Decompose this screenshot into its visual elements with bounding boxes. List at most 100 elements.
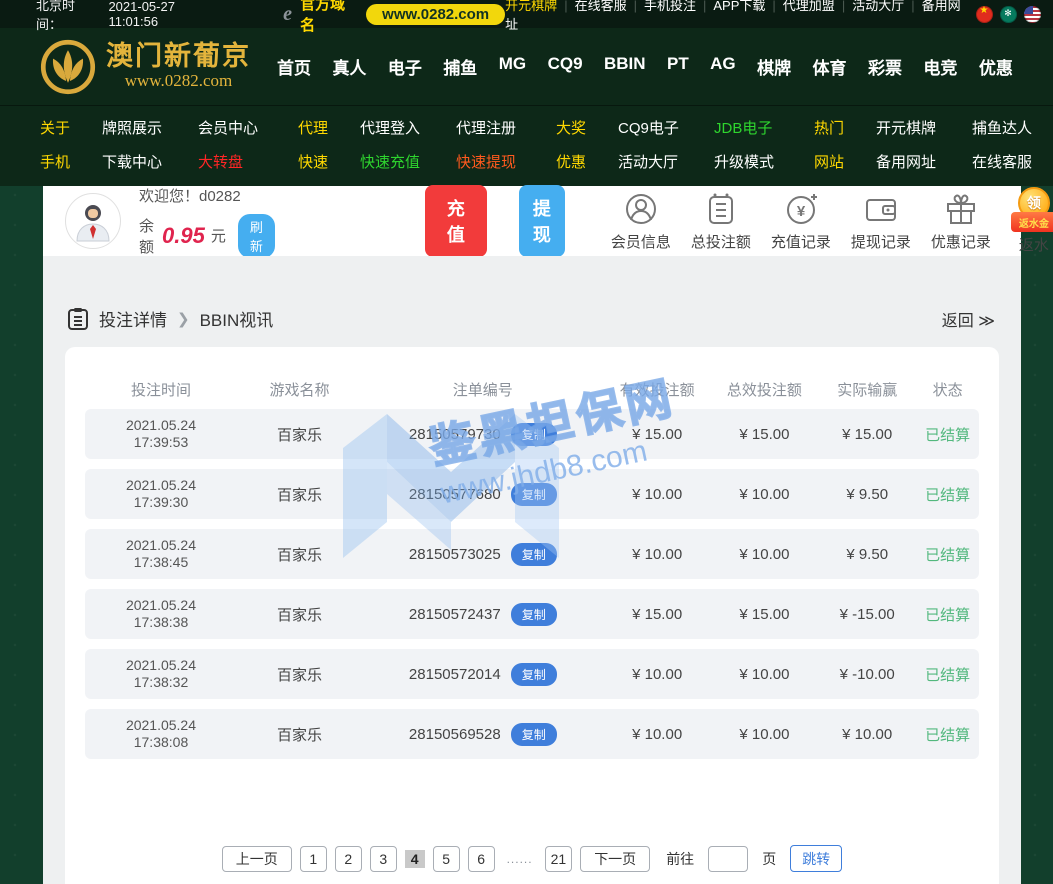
quick-nav-link[interactable]: 下载中心: [102, 151, 198, 172]
quick-nav-link[interactable]: 在线客服: [972, 151, 1053, 172]
order-cell: 28150572014复制: [362, 663, 603, 686]
nav-item[interactable]: PT: [667, 54, 689, 79]
macau-flag-icon[interactable]: [1000, 6, 1017, 23]
order-number: 28150579730: [409, 426, 501, 443]
nav-item[interactable]: 首页: [277, 54, 311, 79]
game-name-cell: 百家乐: [237, 604, 362, 625]
quick-nav-label[interactable]: 优惠: [556, 151, 618, 172]
quick-nav-link[interactable]: 活动大厅: [618, 151, 714, 172]
copy-button[interactable]: 复制: [511, 423, 557, 446]
quick-nav-link[interactable]: CQ9电子: [618, 117, 714, 138]
quick-nav-link[interactable]: 快速充值: [360, 151, 456, 172]
quick-nav-link[interactable]: 大转盘: [198, 151, 294, 172]
nav-item[interactable]: CQ9: [548, 54, 583, 79]
balance-label: 余额: [139, 215, 154, 257]
quick-nav-label[interactable]: 快速: [298, 151, 360, 172]
nav-item[interactable]: 真人: [332, 54, 366, 79]
back-link[interactable]: 返回 ≫: [942, 307, 995, 331]
china-flag-icon[interactable]: [976, 6, 993, 23]
topbar-link[interactable]: 活动大厅: [852, 0, 904, 13]
shortcut-deposit-record[interactable]: ¥充值记录: [761, 191, 841, 252]
brand-logo[interactable]: 澳门新葡京 www.0282.com: [40, 39, 251, 95]
nav-item[interactable]: AG: [710, 54, 736, 79]
page-button[interactable]: 6: [468, 846, 495, 872]
bet-table-panel: 投注时间游戏名称注单编号有效投注额总效投注额实际输赢状态 2021.05.241…: [65, 347, 999, 884]
quick-nav-link[interactable]: JDB电子: [714, 117, 810, 138]
withdraw-button[interactable]: 提现: [519, 185, 565, 257]
topbar-link[interactable]: 代理加盟: [783, 0, 835, 13]
refresh-button[interactable]: 刷新: [238, 214, 275, 258]
rebate-widget[interactable]: 领 返水金 返水: [1011, 187, 1053, 255]
shortcut-member[interactable]: 会员信息: [601, 191, 681, 252]
page-button[interactable]: 5: [433, 846, 460, 872]
quick-nav-link[interactable]: 捕鱼达人: [972, 117, 1053, 138]
column-header: 状态: [916, 379, 979, 400]
page-button[interactable]: 1: [300, 846, 327, 872]
quick-nav-link[interactable]: 快速提现: [456, 151, 552, 172]
deposit-button[interactable]: 充值: [425, 185, 487, 257]
bet-clock: 17:38:08: [85, 734, 237, 752]
quick-nav-link[interactable]: 备用网址: [876, 151, 972, 172]
quick-nav-link[interactable]: 升级模式: [714, 151, 810, 172]
copy-button[interactable]: 复制: [511, 723, 557, 746]
table-body: 2021.05.2417:39:53百家乐28150579730复制¥ 15.0…: [85, 409, 979, 759]
quick-nav-link[interactable]: 代理登入: [360, 117, 456, 138]
quick-nav-label[interactable]: 网站: [814, 151, 876, 172]
page-button[interactable]: 2: [335, 846, 362, 872]
promo-record-icon: [921, 191, 1001, 227]
game-name-cell: 百家乐: [237, 424, 362, 445]
page-button[interactable]: 21: [545, 846, 573, 872]
separator: |: [842, 0, 845, 13]
page-button[interactable]: 3: [370, 846, 397, 872]
shortcut-bets[interactable]: 总投注额: [681, 191, 761, 252]
quick-nav-link[interactable]: 开元棋牌: [876, 117, 972, 138]
browser-e-icon: e: [283, 3, 292, 26]
quick-nav-group: 手机下载中心大转盘: [40, 151, 298, 172]
topbar-link[interactable]: APP下载: [713, 0, 765, 13]
nav-item[interactable]: 优惠: [979, 54, 1013, 79]
quick-nav-group: 代理代理登入代理注册: [298, 117, 556, 138]
shortcut-promo-record[interactable]: 优惠记录: [921, 191, 1001, 252]
order-cell: 28150577680复制: [362, 483, 603, 506]
quick-nav-group: 网站备用网址在线客服: [814, 151, 1053, 172]
column-header: 实际输赢: [818, 379, 916, 400]
copy-button[interactable]: 复制: [511, 483, 557, 506]
bet-date: 2021.05.24: [85, 657, 237, 675]
game-name-cell: 百家乐: [237, 544, 362, 565]
nav-item[interactable]: BBIN: [604, 54, 646, 79]
jump-button[interactable]: 跳转: [790, 845, 842, 872]
quick-nav-link[interactable]: 代理注册: [456, 117, 552, 138]
shortcut-withdraw-record[interactable]: 提现记录: [841, 191, 921, 252]
prev-page-button[interactable]: 上一页: [222, 846, 292, 872]
nav-item[interactable]: 电子: [388, 54, 422, 79]
quick-nav-label[interactable]: 关于: [40, 117, 102, 138]
quick-nav-label[interactable]: 热门: [814, 117, 876, 138]
quick-nav-link[interactable]: 牌照展示: [102, 117, 198, 138]
status-badge: 已结算: [916, 664, 979, 685]
table-row: 2021.05.2417:38:45百家乐28150573025复制¥ 10.0…: [85, 529, 979, 579]
bet-detail-clipboard-icon: [67, 307, 89, 331]
avatar[interactable]: [65, 193, 121, 249]
top-bar: 北京时间： 2021-05-27 11:01:56 e 官方域名 www.028…: [0, 0, 1053, 28]
topbar-link[interactable]: 手机投注: [644, 0, 696, 13]
quick-nav-label[interactable]: 大奖: [556, 117, 618, 138]
copy-button[interactable]: 复制: [511, 543, 557, 566]
topbar-link[interactable]: 在线客服: [575, 0, 627, 13]
copy-button[interactable]: 复制: [511, 663, 557, 686]
quick-nav-link[interactable]: 会员中心: [198, 117, 294, 138]
usa-flag-icon[interactable]: [1024, 6, 1041, 23]
quick-nav-label[interactable]: 代理: [298, 117, 360, 138]
official-domain-pill[interactable]: www.0282.com: [366, 4, 505, 25]
nav-item[interactable]: 彩票: [868, 54, 902, 79]
next-page-button[interactable]: 下一页: [580, 846, 650, 872]
nav-item[interactable]: 体育: [813, 54, 847, 79]
order-cell: 28150569528复制: [362, 723, 603, 746]
nav-item[interactable]: 捕鱼: [443, 54, 477, 79]
nav-item[interactable]: MG: [499, 54, 526, 79]
quick-nav-label[interactable]: 手机: [40, 151, 102, 172]
nav-item[interactable]: 电竞: [923, 54, 957, 79]
copy-button[interactable]: 复制: [511, 603, 557, 626]
nav-item[interactable]: 棋牌: [757, 54, 791, 79]
topbar-link[interactable]: 开元棋牌: [505, 0, 557, 13]
goto-page-input[interactable]: [708, 846, 748, 872]
